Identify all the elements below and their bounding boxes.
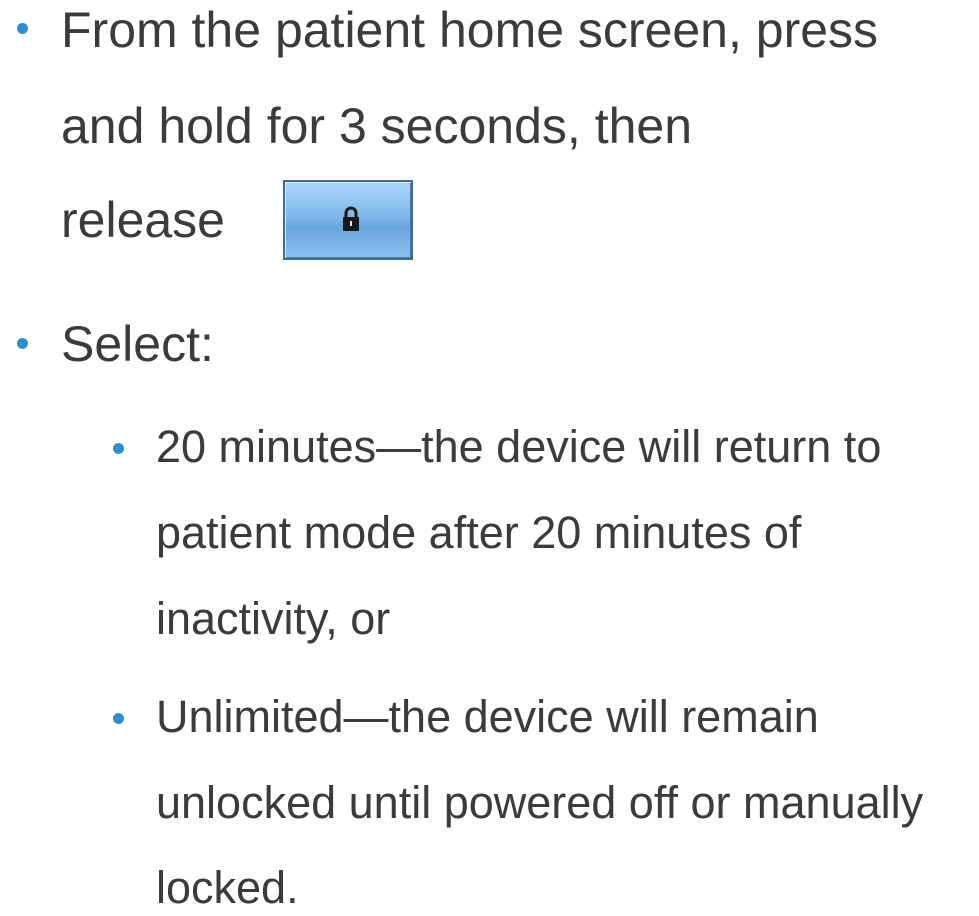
sub-bullet-marker <box>113 443 124 454</box>
sub-bullet-1-line-3: inactivity, or <box>156 593 391 644</box>
sub-bullet-2-line-2: unlocked until powered off or manually <box>156 777 924 828</box>
sub-bullet-marker <box>113 713 124 724</box>
bullet-1-line-3: release <box>61 192 225 248</box>
lock-icon <box>343 206 359 231</box>
instruction-list: From the patient home screen, press and … <box>0 0 979 913</box>
bullet-1-line-2: and hold for 3 seconds, then <box>61 98 693 154</box>
bullet-2-line-1: Select: <box>61 316 214 372</box>
bullet-marker <box>17 338 28 349</box>
lock-button[interactable] <box>283 180 413 260</box>
sub-bullet-2-line-3: locked. <box>156 862 299 913</box>
bullet-marker <box>17 23 28 34</box>
sub-bullet-1-line-2: patient mode after 20 minutes of <box>156 507 802 558</box>
sub-bullet-1-line-1: 20 minutes—the device will return to <box>156 421 882 472</box>
bullet-1-line-1: From the patient home screen, press <box>61 2 879 58</box>
sub-bullet-2-line-1: Unlimited—the device will remain <box>156 691 819 742</box>
